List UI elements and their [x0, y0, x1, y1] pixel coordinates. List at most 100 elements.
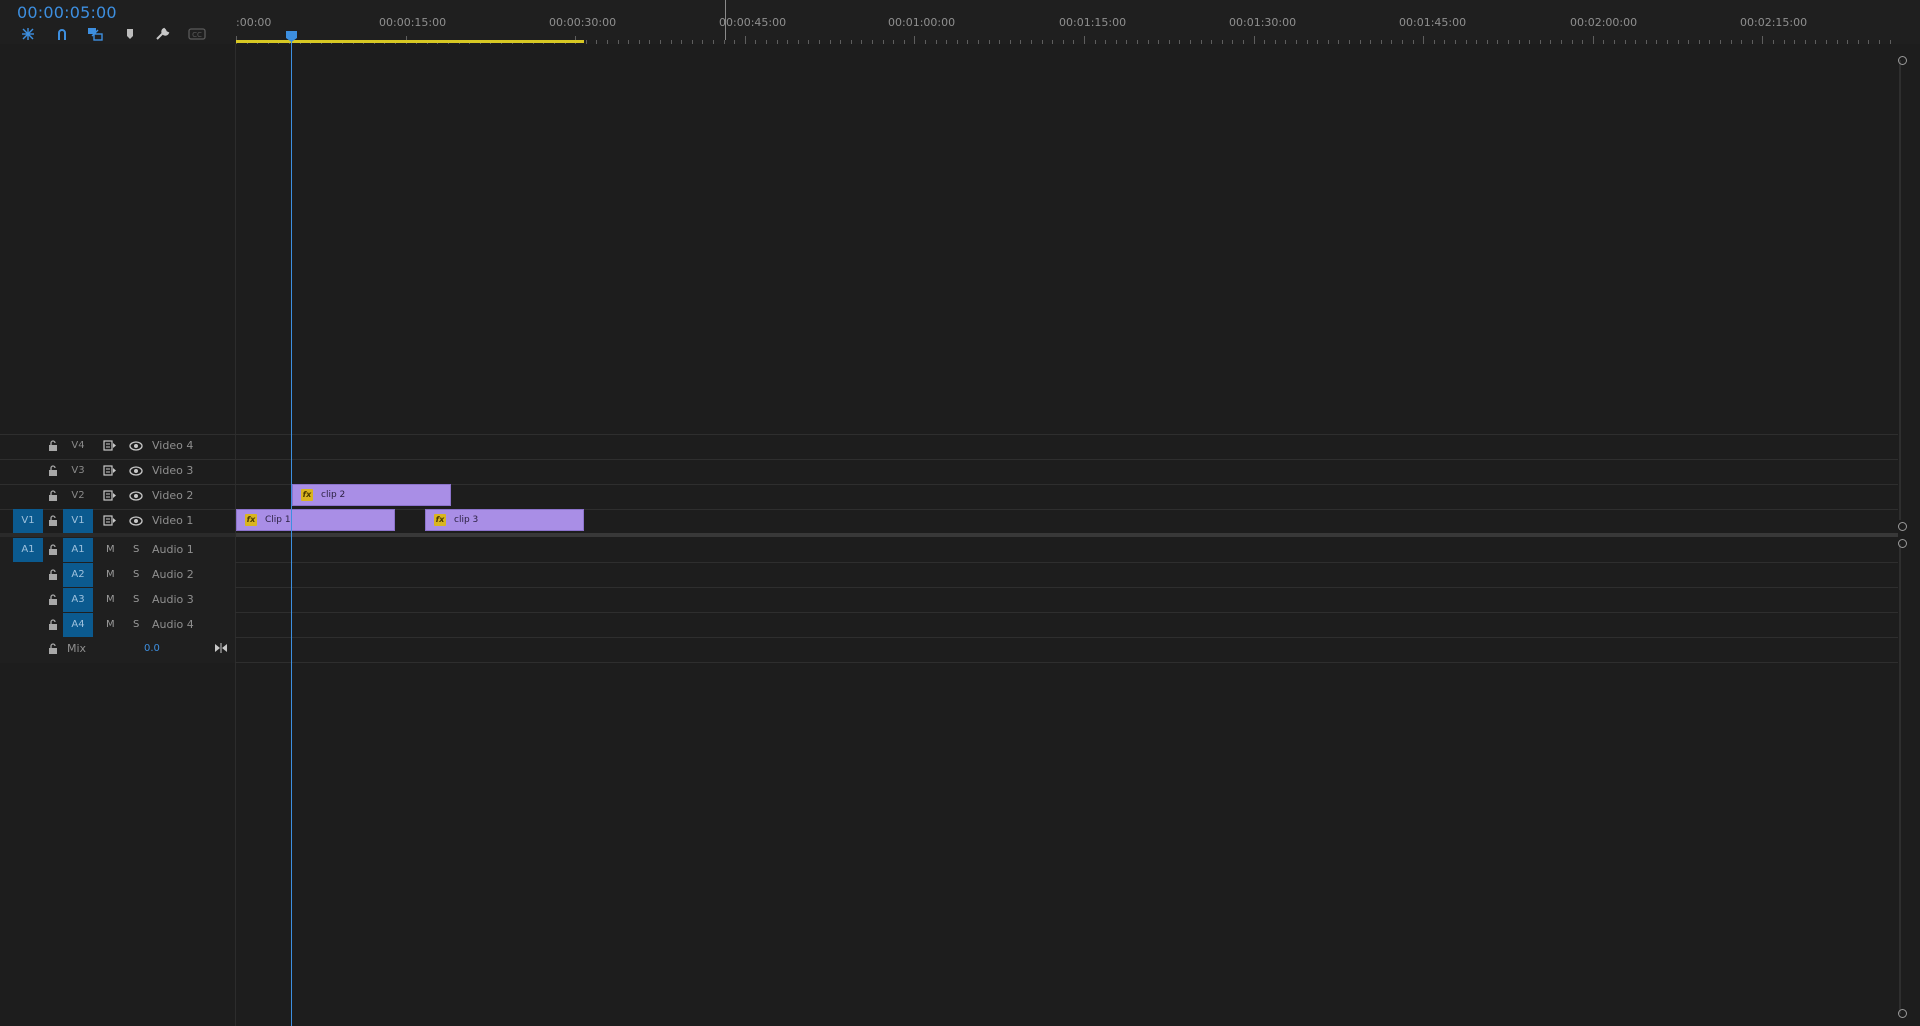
- row-divider: [0, 612, 1898, 613]
- row-divider: [0, 562, 1898, 563]
- vertical-scrollbar-audio[interactable]: [1899, 544, 1901, 1014]
- track-name: Audio 3: [152, 593, 194, 606]
- captions-icon[interactable]: CC: [188, 26, 206, 42]
- track-label[interactable]: V4: [63, 434, 93, 458]
- row-divider: [0, 587, 1898, 588]
- add-marker-icon[interactable]: [121, 26, 139, 42]
- fx-badge-icon[interactable]: fx: [434, 514, 446, 526]
- row-divider: [0, 637, 1898, 638]
- fx-badge-icon[interactable]: fx: [245, 514, 257, 526]
- row-divider: [0, 484, 1898, 485]
- sync-lock-icon[interactable]: [103, 440, 117, 451]
- track-header-a3: A3 M S Audio 3: [0, 588, 235, 612]
- lock-icon[interactable]: [48, 569, 58, 580]
- track-name: Video 3: [152, 464, 194, 477]
- row-divider: [0, 434, 1898, 435]
- playhead-timecode[interactable]: 00:00:05:00: [17, 3, 117, 22]
- eye-icon[interactable]: [129, 466, 143, 476]
- track-label[interactable]: A4: [63, 613, 93, 637]
- eye-icon[interactable]: [129, 441, 143, 451]
- track-label[interactable]: V3: [63, 459, 93, 483]
- eye-icon[interactable]: [129, 491, 143, 501]
- mix-track-header: Mix 0.0: [0, 637, 235, 661]
- mute-button[interactable]: M: [106, 538, 115, 562]
- track-label[interactable]: V1: [63, 509, 93, 533]
- scroll-handle-bottom[interactable]: [1898, 522, 1907, 531]
- track-name: Audio 2: [152, 568, 194, 581]
- clip-name: clip 3: [454, 515, 479, 525]
- lock-icon[interactable]: [48, 440, 58, 451]
- ruler-label: 00:01:45:00: [1399, 16, 1467, 29]
- solo-button[interactable]: S: [133, 613, 139, 637]
- mix-label: Mix: [67, 642, 87, 655]
- source-patch-v1[interactable]: V1: [13, 509, 43, 533]
- ruler-label: 00:00:30:00: [549, 16, 617, 29]
- sync-lock-icon[interactable]: [103, 465, 117, 476]
- track-label[interactable]: A3: [63, 588, 93, 612]
- ruler-label: 00:02:15:00: [1740, 16, 1808, 29]
- sync-lock-icon[interactable]: [103, 515, 117, 526]
- mute-button[interactable]: M: [106, 588, 115, 612]
- lock-icon[interactable]: [48, 619, 58, 630]
- playhead-handle-icon[interactable]: [286, 31, 297, 42]
- lock-icon[interactable]: [48, 544, 58, 555]
- row-divider: [0, 459, 1898, 460]
- lock-icon[interactable]: [48, 594, 58, 605]
- scroll-handle-bottom[interactable]: [1898, 1009, 1907, 1018]
- ruler-label: 00:00:15:00: [379, 16, 447, 29]
- lock-icon[interactable]: [48, 465, 58, 476]
- ruler-label: 00:01:15:00: [1059, 16, 1127, 29]
- ruler-label: :00:00: [236, 16, 272, 29]
- timeline-settings-wrench-icon[interactable]: [154, 26, 172, 42]
- track-name: Video 1: [152, 514, 194, 527]
- scroll-handle-top[interactable]: [1898, 56, 1907, 65]
- track-name: Video 4: [152, 439, 194, 452]
- track-header-v4: V4 Video 4: [0, 434, 235, 458]
- sync-lock-icon[interactable]: [103, 490, 117, 501]
- clip-3[interactable]: fx clip 3: [425, 509, 584, 531]
- svg-text:CC: CC: [192, 31, 202, 39]
- linked-selection-icon[interactable]: [86, 26, 104, 42]
- clip-1[interactable]: fx Clip 1: [236, 509, 395, 531]
- row-divider: [0, 662, 1898, 663]
- snap-magnet-icon[interactable]: [53, 26, 71, 42]
- time-ruler[interactable]: :00:00 00:00:15:00 00:00:30:00 00:00:45:…: [236, 0, 1896, 44]
- clip-name: clip 2: [321, 490, 346, 500]
- track-label[interactable]: A2: [63, 563, 93, 587]
- video-audio-divider[interactable]: [236, 533, 1898, 537]
- scroll-handle-top[interactable]: [1898, 539, 1907, 548]
- vertical-scrollbar-video[interactable]: [1899, 60, 1901, 520]
- fx-badge-icon[interactable]: fx: [301, 489, 313, 501]
- jump-to-edge-icon[interactable]: [215, 643, 227, 653]
- mix-volume-value[interactable]: 0.0: [144, 637, 160, 661]
- track-header-v3: V3 Video 3: [0, 459, 235, 483]
- ruler-label: 00:00:45:00: [719, 16, 787, 29]
- hover-cursor-line: [725, 0, 726, 40]
- clip-name: Clip 1: [265, 515, 291, 525]
- clip-2[interactable]: fx clip 2: [292, 484, 451, 506]
- track-name: Video 2: [152, 489, 194, 502]
- track-label[interactable]: A1: [63, 538, 93, 562]
- lock-icon[interactable]: [48, 515, 58, 526]
- track-header-v1: V1 V1 Video 1: [0, 509, 235, 533]
- lock-icon[interactable]: [48, 490, 58, 501]
- solo-button[interactable]: S: [133, 588, 139, 612]
- mute-button[interactable]: M: [106, 563, 115, 587]
- track-header-a2: A2 M S Audio 2: [0, 563, 235, 587]
- solo-button[interactable]: S: [133, 563, 139, 587]
- track-name: Audio 1: [152, 543, 194, 556]
- nest-sequence-icon[interactable]: [19, 26, 37, 42]
- track-header-v2: V2 Video 2: [0, 484, 235, 508]
- track-name: Audio 4: [152, 618, 194, 631]
- solo-button[interactable]: S: [133, 538, 139, 562]
- source-patch-a1[interactable]: A1: [13, 538, 43, 562]
- track-label[interactable]: V2: [63, 484, 93, 508]
- eye-icon[interactable]: [129, 516, 143, 526]
- lock-icon[interactable]: [48, 643, 58, 654]
- ruler-label: 00:02:00:00: [1570, 16, 1638, 29]
- track-header-a4: A4 M S Audio 4: [0, 613, 235, 637]
- ruler-label: 00:01:00:00: [888, 16, 956, 29]
- mute-button[interactable]: M: [106, 613, 115, 637]
- playhead-line[interactable]: [291, 40, 292, 1026]
- ruler-label: 00:01:30:00: [1229, 16, 1297, 29]
